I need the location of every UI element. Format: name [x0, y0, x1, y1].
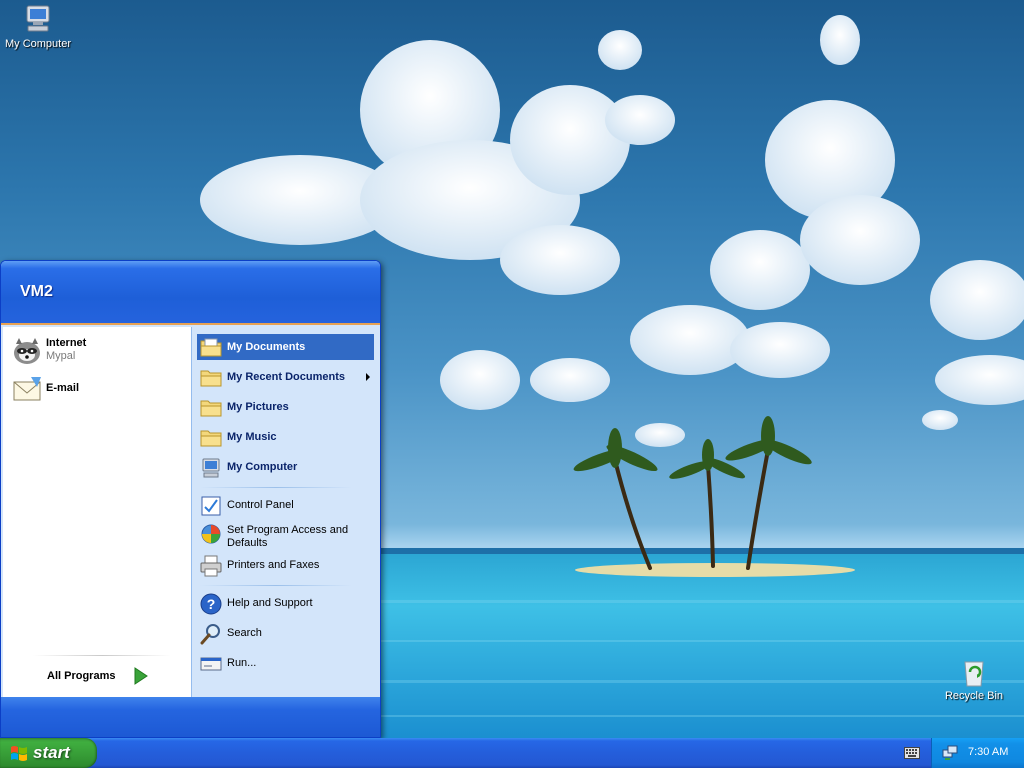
menu-item-label: My Documents [227, 341, 306, 353]
raccoon-browser-icon [14, 338, 40, 364]
printer-icon [200, 555, 222, 577]
menu-item-run[interactable]: Run... [197, 650, 374, 676]
menu-item-label: My Music [227, 431, 277, 443]
menu-item-set-program-access[interactable]: Set Program Access and Defaults [197, 520, 374, 552]
menu-item-label: Search [227, 627, 262, 639]
menu-item-my-music[interactable]: My Music [197, 424, 374, 450]
menu-divider [200, 487, 352, 488]
menu-item-my-documents[interactable]: My Documents [197, 334, 374, 360]
start-menu-pinned-column: Internet Mypal E-mail All Programs [3, 327, 191, 697]
start-button[interactable]: start [0, 738, 97, 768]
menu-item-label: My Computer [227, 461, 298, 473]
menu-item-my-computer[interactable]: My Computer [197, 454, 374, 480]
recycle-bin-icon [964, 661, 984, 687]
menu-item-label: My Pictures [227, 401, 289, 413]
menu-item-label: Run... [227, 657, 257, 669]
desktop-icon-recycle-bin[interactable]: Recycle Bin [936, 656, 1012, 702]
submenu-arrow-icon [366, 373, 370, 381]
pinned-item-email[interactable]: E-mail [9, 371, 185, 407]
clock[interactable]: 7:30 AM [968, 746, 1008, 758]
mail-envelope-icon [13, 377, 41, 401]
start-menu-header: VM2 [1, 261, 380, 325]
menu-item-printers-and-faxes[interactable]: Printers and Faxes [197, 552, 374, 578]
all-programs-label: All Programs [47, 670, 116, 682]
folder-icon [200, 400, 222, 417]
system-tray: 7:30 AM [931, 738, 1024, 768]
menu-item-my-recent-documents[interactable]: My Recent Documents [197, 364, 374, 390]
svg-text:?: ? [207, 596, 216, 612]
menu-item-search[interactable]: Search [197, 620, 374, 646]
menu-item-label: Printers and Faxes [227, 559, 320, 571]
menu-item-label: My Recent Documents [227, 371, 345, 383]
search-icon [200, 624, 220, 645]
menu-item-label: Control Panel [227, 499, 294, 511]
start-button-label: start [33, 743, 70, 762]
pinned-item-subtitle: Mypal [46, 350, 76, 362]
start-menu-places-column: My Documents My Recent Documents My Pict… [191, 327, 379, 697]
desktop-icon-label: My Computer [4, 38, 72, 50]
computer-icon [26, 5, 50, 32]
folder-icon [200, 370, 222, 387]
keyboard-icon[interactable] [904, 747, 920, 759]
folder-documents-icon [200, 338, 222, 357]
windows-logo-icon [11, 746, 27, 761]
start-menu: VM2 Internet Mypal E-mail All Programs M… [0, 260, 381, 738]
desktop-icon-label: Recycle Bin [944, 690, 1004, 702]
folder-icon [200, 430, 222, 447]
help-icon: ? [200, 593, 222, 615]
program-access-icon [201, 524, 221, 544]
pinned-item-internet[interactable]: Internet Mypal [9, 333, 185, 369]
menu-item-control-panel[interactable]: Control Panel [197, 492, 374, 518]
control-panel-icon [201, 496, 221, 516]
pinned-item-title: Internet [46, 337, 87, 349]
menu-item-help-and-support[interactable]: ? Help and Support [197, 590, 374, 616]
network-icon[interactable] [942, 745, 958, 761]
start-menu-footer [1, 697, 380, 737]
desktop-icon-my-computer[interactable]: My Computer [0, 2, 76, 50]
run-icon [200, 657, 222, 671]
menu-divider [200, 585, 352, 586]
menu-item-label: Set Program Access and Defaults [227, 524, 349, 549]
computer-icon [202, 458, 220, 478]
menu-item-label: Help and Support [227, 597, 313, 609]
user-name: VM2 [20, 283, 53, 300]
left-column-divider [33, 655, 171, 656]
green-arrow-icon [130, 666, 150, 686]
all-programs-button[interactable]: All Programs [43, 663, 183, 689]
pinned-item-title: E-mail [46, 382, 80, 394]
taskbar: start 7:30 AM [0, 738, 1024, 768]
menu-item-my-pictures[interactable]: My Pictures [197, 394, 374, 420]
